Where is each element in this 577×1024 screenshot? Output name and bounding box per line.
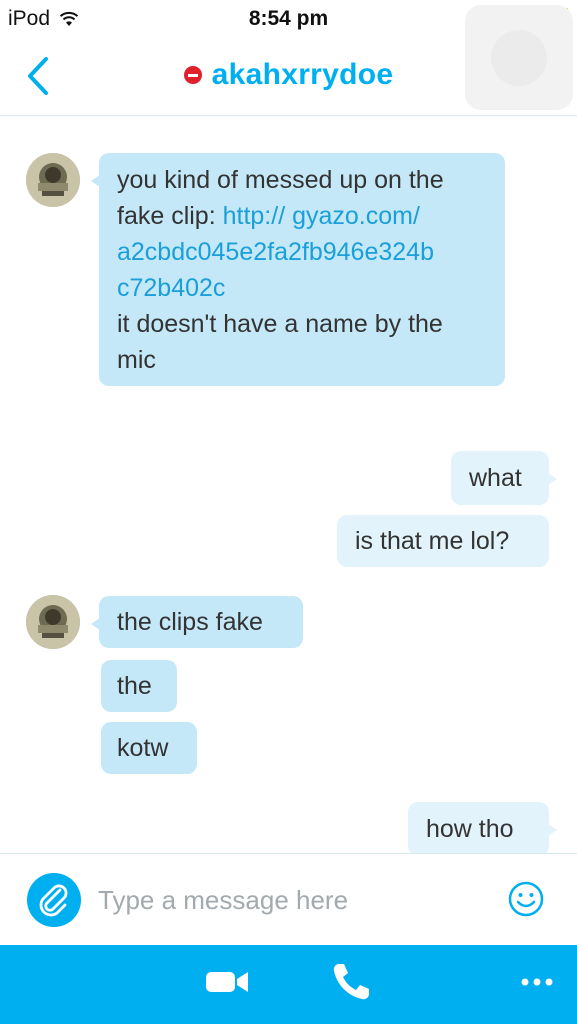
video-camera-icon [206, 972, 248, 992]
message-bubble-incoming[interactable]: the clips fake [91, 596, 303, 648]
message-bubble-incoming[interactable]: you kind of messed up on the fake clip: … [91, 153, 505, 386]
message-text: kotw [117, 734, 169, 762]
message-bubble-incoming[interactable]: kotw [101, 722, 197, 774]
message-text: it doesn't have a name by the mic [117, 310, 443, 374]
message-text: the [117, 672, 152, 700]
message-text: is that me lol? [355, 527, 510, 555]
more-options-button[interactable] [520, 975, 554, 993]
contact-name: akahxrrydoe [211, 58, 394, 91]
message-input[interactable] [98, 879, 488, 921]
presence-dnd-icon [183, 66, 202, 84]
video-call-button[interactable] [204, 967, 250, 1002]
message-bubble-incoming[interactable]: the [101, 660, 177, 712]
message-bubble-outgoing[interactable]: what [451, 451, 557, 505]
message-text: what [469, 464, 522, 492]
message-bubble-outgoing[interactable]: how tho [408, 802, 557, 856]
message-text: the clips fake [117, 608, 263, 636]
message-text: how tho [426, 815, 514, 843]
message-composer [0, 853, 577, 946]
contact-avatar[interactable] [26, 153, 80, 207]
call-toolbar [0, 945, 577, 1024]
paperclip-icon [39, 884, 68, 917]
phone-icon [333, 964, 369, 1000]
contact-avatar[interactable] [26, 595, 80, 649]
attach-button[interactable] [27, 873, 81, 927]
smiley-icon [508, 881, 544, 917]
message-bubble-outgoing[interactable]: is that me lol? [337, 515, 549, 567]
audio-call-button[interactable] [330, 961, 372, 1008]
conversation-header: akahxrrydoe [0, 38, 577, 116]
contact-title[interactable]: akahxrrydoe [0, 58, 577, 92]
emoticon-button[interactable] [508, 881, 544, 917]
ellipsis-icon [521, 978, 553, 986]
